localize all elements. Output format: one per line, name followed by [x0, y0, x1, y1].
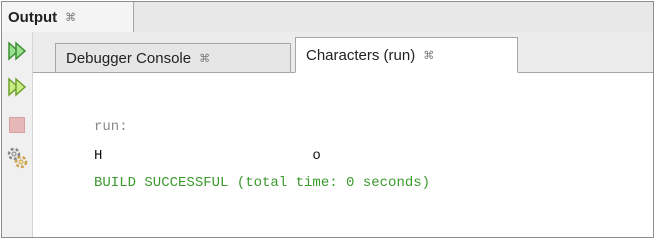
rerun-icon[interactable] — [6, 40, 28, 62]
tab-debugger-console[interactable]: Debugger Console ⌘ — [55, 43, 291, 73]
close-icon[interactable]: ⌘ — [199, 52, 210, 65]
tab-label: Debugger Console — [66, 49, 192, 67]
stop-icon[interactable] — [6, 114, 28, 136]
console-tab-strip: Debugger Console ⌘ Characters (run) ⌘ — [33, 32, 653, 73]
tab-label: Characters (run) — [306, 46, 416, 64]
output-tab-strip: Output ⌘ — [2, 2, 653, 33]
console-output[interactable]: run: H o BUILD SUCCESSFUL (total time: 0… — [33, 73, 653, 237]
close-icon[interactable]: ⌘ — [423, 49, 434, 62]
output-toolbar — [2, 32, 33, 237]
console-line-output: H o — [94, 148, 321, 164]
output-tab-label: Output — [8, 8, 58, 26]
settings-icon[interactable] — [6, 147, 28, 169]
output-tab[interactable]: Output ⌘ — [2, 2, 134, 32]
tab-characters-run[interactable]: Characters (run) ⌘ — [295, 37, 518, 73]
close-icon[interactable]: ⌘ — [65, 11, 76, 24]
output-window: Output ⌘ Debugger Console ⌘ Characters (… — [1, 1, 654, 238]
rerun-with-options-icon[interactable] — [6, 76, 28, 98]
console-line-run: run: — [94, 119, 128, 135]
console-line-build-status: BUILD SUCCESSFUL (total time: 0 seconds) — [94, 175, 431, 191]
